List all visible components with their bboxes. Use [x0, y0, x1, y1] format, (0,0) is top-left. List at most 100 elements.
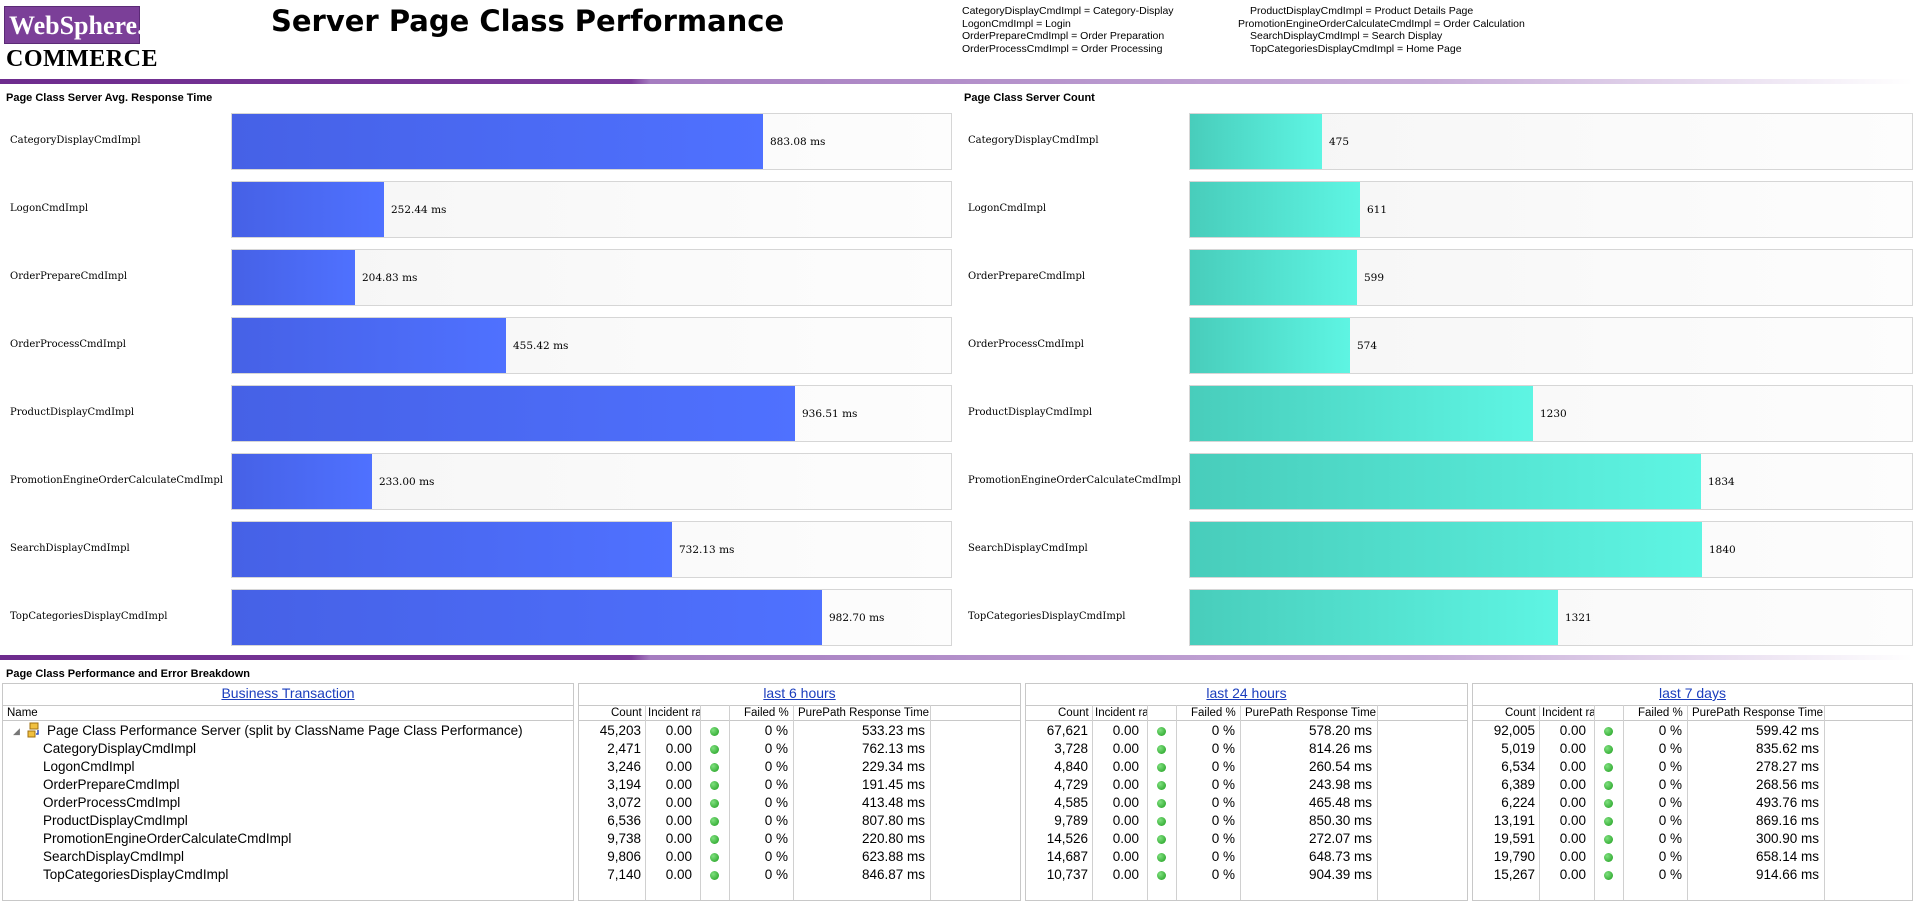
status-ok-icon [1604, 799, 1613, 808]
table-row[interactable]: 14,687 0.00 0 % 648.73 ms [1026, 848, 1467, 866]
transaction-name: OrderProcessCmdImpl [43, 795, 181, 810]
status-ok-icon [1604, 817, 1613, 826]
failed-percent-column-header[interactable]: Failed % [1638, 706, 1683, 720]
table-row[interactable]: 13,191 0.00 0 % 869.16 ms [1473, 812, 1912, 830]
status-ok-icon [1157, 871, 1166, 880]
bar[interactable] [1190, 182, 1360, 237]
bar[interactable] [1190, 318, 1350, 373]
status-ok-icon [1157, 799, 1166, 808]
bar[interactable] [232, 250, 355, 305]
transaction-name: TopCategoriesDisplayCmdImpl [43, 867, 229, 882]
incident-rate-cell: 0.00 [1559, 759, 1586, 774]
incident-rate-cell: 0.00 [1112, 867, 1139, 882]
bar[interactable] [1190, 250, 1357, 305]
period-link-7-days[interactable]: last 7 days [1659, 685, 1726, 701]
failed-percent-column-header[interactable]: Failed % [1191, 706, 1236, 720]
count-cell: 7,140 [607, 867, 641, 882]
status-ok-icon [1157, 781, 1166, 790]
table-row[interactable]: 67,621 0.00 0 % 578.20 ms [1026, 722, 1467, 740]
bar-value-label: 475 [1329, 136, 1350, 148]
table-row[interactable]: 45,203 0.00 0 % 533.23 ms [579, 722, 1020, 740]
count-column-header[interactable]: Count [1505, 706, 1536, 720]
status-ok-icon [1157, 745, 1166, 754]
table-row[interactable]: 4,585 0.00 0 % 465.48 ms [1026, 794, 1467, 812]
purepath-response-time-column-header[interactable]: PurePath Response Time [798, 706, 929, 720]
incident-rate-column-header[interactable]: Incident rat [648, 706, 700, 720]
purepath-response-time-column-header[interactable]: PurePath Response Time [1245, 706, 1376, 720]
table-row[interactable]: 14,526 0.00 0 % 272.07 ms [1026, 830, 1467, 848]
table-row[interactable]: 15,267 0.00 0 % 914.66 ms [1473, 866, 1912, 884]
bar[interactable] [232, 386, 795, 441]
logo-commerce-text: COMMERCE [6, 46, 158, 72]
table-row[interactable]: 6,534 0.00 0 % 278.27 ms [1473, 758, 1912, 776]
count-column-header[interactable]: Count [611, 706, 642, 720]
table-row[interactable]: 6,224 0.00 0 % 493.76 ms [1473, 794, 1912, 812]
incident-rate-cell: 0.00 [1112, 741, 1139, 756]
table-row[interactable]: PromotionEngineOrderCalculateCmdImpl [3, 830, 573, 848]
bar[interactable] [1190, 522, 1702, 577]
bar-value-label: 233.00 ms [379, 476, 435, 488]
legend-entry: PromotionEngineOrderCalculateCmdImpl = O… [1238, 17, 1525, 30]
status-ok-icon [710, 745, 719, 754]
period-panel-6-hours: last 6 hours Count Incident rat Failed % Pu… [578, 683, 1021, 901]
incident-rate-column-header[interactable]: Incident rat [1095, 706, 1147, 720]
bar[interactable] [232, 590, 822, 645]
failed-percent-cell: 0 % [764, 741, 788, 756]
business-transaction-header-link[interactable]: Business Transaction [221, 685, 354, 701]
bar[interactable] [232, 114, 763, 169]
table-row[interactable]: 3,728 0.00 0 % 814.26 ms [1026, 740, 1467, 758]
table-row[interactable]: 3,194 0.00 0 % 191.45 ms [579, 776, 1020, 794]
bar[interactable] [1190, 454, 1701, 509]
table-row[interactable]: 19,790 0.00 0 % 658.14 ms [1473, 848, 1912, 866]
table-row[interactable]: OrderProcessCmdImpl [3, 794, 573, 812]
table-row[interactable]: 4,840 0.00 0 % 260.54 ms [1026, 758, 1467, 776]
table-row[interactable]: 2,471 0.00 0 % 762.13 ms [579, 740, 1020, 758]
response-time-cell: 762.13 ms [861, 741, 925, 756]
business-transaction-panel: Business Transaction Name ◢ Page Class Pe… [2, 683, 574, 901]
collapse-triangle-icon[interactable]: ◢ [13, 722, 20, 740]
bar[interactable] [232, 522, 672, 577]
table-row[interactable]: 9,789 0.00 0 % 850.30 ms [1026, 812, 1467, 830]
bar[interactable] [1190, 114, 1322, 169]
failed-percent-column-header[interactable]: Failed % [744, 706, 789, 720]
bar[interactable] [232, 182, 384, 237]
table-row[interactable]: 92,005 0.00 0 % 599.42 ms [1473, 722, 1912, 740]
table-row[interactable]: 7,140 0.00 0 % 846.87 ms [579, 866, 1020, 884]
name-column-header[interactable]: Name [3, 705, 573, 721]
table-row[interactable]: 6,389 0.00 0 % 268.56 ms [1473, 776, 1912, 794]
incident-rate-cell: 0.00 [1112, 777, 1139, 792]
period-link-24-hours[interactable]: last 24 hours [1206, 685, 1286, 701]
table-row[interactable]: 5,019 0.00 0 % 835.62 ms [1473, 740, 1912, 758]
table-row[interactable]: ProductDisplayCmdImpl [3, 812, 573, 830]
table-row[interactable]: 9,806 0.00 0 % 623.88 ms [579, 848, 1020, 866]
table-row[interactable]: 4,729 0.00 0 % 243.98 ms [1026, 776, 1467, 794]
table-row[interactable]: OrderPrepareCmdImpl [3, 776, 573, 794]
table-row[interactable]: 19,591 0.00 0 % 300.90 ms [1473, 830, 1912, 848]
table-row[interactable]: SearchDisplayCmdImpl [3, 848, 573, 866]
table-row[interactable]: 3,072 0.00 0 % 413.48 ms [579, 794, 1020, 812]
bar-track: 1834 [1189, 453, 1913, 510]
table-row[interactable]: 10,737 0.00 0 % 904.39 ms [1026, 866, 1467, 884]
period-link-6-hours[interactable]: last 6 hours [763, 685, 835, 701]
table-row[interactable]: 9,738 0.00 0 % 220.80 ms [579, 830, 1020, 848]
bar[interactable] [232, 454, 372, 509]
incident-rate-column-header[interactable]: Incident rat [1542, 706, 1594, 720]
bar[interactable] [1190, 386, 1533, 441]
purepath-response-time-column-header[interactable]: PurePath Response Time [1692, 706, 1823, 720]
count-cell: 9,789 [1054, 813, 1088, 828]
incident-rate-cell: 0.00 [1559, 723, 1586, 738]
tree-root-row[interactable]: ◢ Page Class Performance Server (split by… [3, 722, 573, 740]
status-ok-icon [1157, 727, 1166, 736]
count-column-header[interactable]: Count [1058, 706, 1089, 720]
incident-rate-cell: 0.00 [1112, 723, 1139, 738]
table-row[interactable]: LogonCmdImpl [3, 758, 573, 776]
table-row[interactable]: TopCategoriesDisplayCmdImpl [3, 866, 573, 884]
status-ok-icon [1604, 781, 1613, 790]
bar-track: 1840 [1189, 521, 1913, 578]
legend-entry: SearchDisplayCmdImpl = Search Display [1250, 30, 1443, 42]
table-row[interactable]: 6,536 0.00 0 % 807.80 ms [579, 812, 1020, 830]
bar[interactable] [1190, 590, 1558, 645]
bar[interactable] [232, 318, 506, 373]
table-row[interactable]: 3,246 0.00 0 % 229.34 ms [579, 758, 1020, 776]
table-row[interactable]: CategoryDisplayCmdImpl [3, 740, 573, 758]
